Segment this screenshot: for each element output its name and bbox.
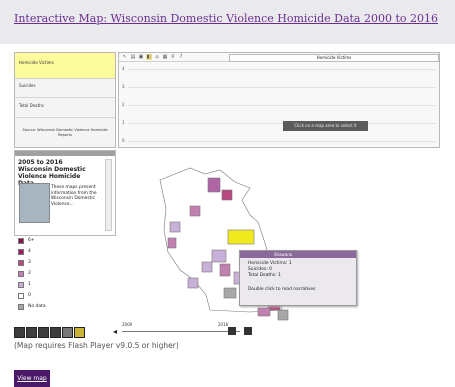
year-slider-track[interactable] — [122, 331, 240, 332]
legend-label: 3 — [28, 260, 31, 265]
flash-requirement-note: (Map requires Flash Player v9.0.5 or hig… — [14, 341, 179, 350]
legend-swatch — [18, 282, 24, 288]
y-tick: 4 — [122, 66, 125, 71]
print-icon[interactable]: ▤ — [130, 54, 136, 60]
play-button[interactable] — [244, 327, 252, 335]
settings-button[interactable] — [74, 327, 85, 338]
pan-button[interactable] — [38, 327, 49, 338]
popup-narratives-link[interactable]: Double click to read narratives — [248, 287, 315, 292]
fullscreen-button[interactable] — [62, 327, 73, 338]
y-tick: 0 — [122, 138, 125, 143]
info-text: These maps present information from the … — [51, 185, 97, 207]
legend-label: 6+ — [28, 238, 35, 243]
gridline — [128, 69, 436, 70]
source-note: Source: Wisconsin Domestic Violence Homi… — [22, 128, 108, 137]
info-panel-header[interactable] — [15, 151, 115, 156]
chart-toolbar: ↖ ▤ ▣ ◧ ⌂ ▦ ⚲ ? Homicide Victims — [119, 53, 439, 62]
zoom-in-icon[interactable]: ◧ — [146, 54, 152, 60]
legend-swatch — [18, 271, 24, 277]
y-tick: 2 — [122, 102, 125, 107]
legend-swatch — [18, 304, 24, 310]
gridline — [128, 123, 436, 124]
slider-prev-icon[interactable]: ◂ — [113, 327, 117, 336]
search-icon[interactable]: ⚲ — [170, 54, 176, 60]
legend-label: 0 — [28, 293, 31, 298]
gridline — [128, 87, 436, 88]
gridline — [128, 141, 436, 142]
measure-homicide-victims[interactable]: Homicide Victims — [15, 53, 115, 79]
zoom-out-button[interactable] — [26, 327, 37, 338]
legend-label: No data — [28, 304, 46, 309]
help-icon[interactable]: ? — [178, 54, 184, 60]
y-tick: 1 — [122, 120, 125, 125]
popup-county-name: Shawano — [274, 252, 293, 257]
view-map-button[interactable]: View map — [14, 370, 50, 387]
legend-label: 2 — [28, 271, 31, 276]
legend-swatch — [18, 293, 24, 299]
slider-next-button[interactable] — [228, 327, 236, 335]
measure-selector: Homicide Victims Suicides Total Deaths S… — [14, 52, 116, 148]
legend-swatch — [18, 260, 24, 266]
zoom-out-icon[interactable]: ⌂ — [154, 54, 160, 60]
gridline — [128, 105, 436, 106]
legend-swatch — [18, 249, 24, 255]
popup-homicide-victims: Homicide Victims: 1 — [248, 261, 292, 266]
measure-suicides[interactable]: Suicides — [15, 79, 115, 98]
info-panel: 2005 to 2016 Wisconsin Domestic Violence… — [14, 150, 116, 236]
county-popup: Shawano Homicide Victims: 1 Suicides: 0 … — [239, 250, 357, 306]
chart-hint-tooltip: Click on a map area to select it — [283, 121, 368, 131]
info-scrollbar[interactable] — [105, 159, 112, 231]
slider-end-label: 2016 — [218, 322, 229, 327]
y-tick: 3 — [122, 84, 125, 89]
chart-panel: ↖ ▤ ▣ ◧ ⌂ ▦ ⚲ ? Homicide Victims 4 3 2 1… — [118, 52, 440, 148]
pointer-icon[interactable]: ↖ — [122, 54, 128, 60]
chart-title: Homicide Victims — [229, 54, 439, 62]
zoom-in-button[interactable] — [14, 327, 25, 338]
legend: 6+ 4 3 2 1 0 No data — [14, 236, 58, 316]
popup-header: Shawano — [240, 251, 356, 258]
slider-start-label: 2000 — [122, 322, 133, 327]
table-icon[interactable]: ▦ — [162, 54, 168, 60]
legend-label: 4 — [28, 249, 31, 254]
legend-label: 1 — [28, 282, 31, 287]
legend-swatch — [18, 238, 24, 244]
popup-total-deaths: Total Deaths: 1 — [248, 273, 281, 278]
reset-button[interactable] — [50, 327, 61, 338]
measure-total-deaths[interactable]: Total Deaths — [15, 98, 115, 118]
page-title: Interactive Map: Wisconsin Domestic Viol… — [14, 12, 439, 25]
copy-icon[interactable]: ▣ — [138, 54, 144, 60]
popup-suicides: Suicides: 0 — [248, 267, 272, 272]
report-thumbnail — [19, 183, 50, 223]
